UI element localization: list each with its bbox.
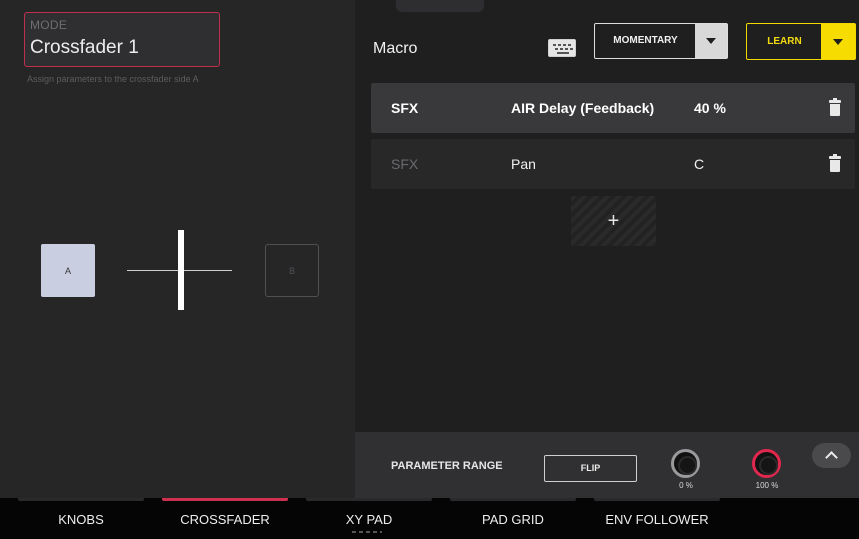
mode-field[interactable]: MODE Crossfader 1 <box>24 12 220 67</box>
tab-label: ENV FOLLOWER <box>605 512 709 527</box>
side-a-button[interactable]: A <box>41 244 95 297</box>
bottom-tab-bar: KNOBS CROSSFADER XY PAD PAD GRID ENV FOL… <box>0 498 859 539</box>
assignment-row[interactable]: SFX AIR Delay (Feedback) 40 % <box>371 83 855 133</box>
tab-indicator <box>162 498 288 501</box>
tab-env-follower[interactable]: ENV FOLLOWER <box>594 498 720 539</box>
mode-label: MODE <box>30 18 68 32</box>
crossfader-track-right <box>184 270 232 271</box>
tab-indicator <box>594 498 720 501</box>
mode-value: Crossfader 1 <box>30 37 139 58</box>
momentary-dropdown-button[interactable] <box>695 24 727 58</box>
learn-button[interactable]: LEARN <box>746 23 856 60</box>
chevron-down-icon <box>833 38 843 45</box>
tab-pad-grid[interactable]: PAD GRID <box>450 498 576 539</box>
momentary-select-value: MOMENTARY <box>613 35 678 46</box>
page-indicator-dots <box>352 531 382 533</box>
assignment-value[interactable]: 40 % <box>694 83 726 133</box>
assignment-parameter: AIR Delay (Feedback) <box>511 100 655 116</box>
learn-label: LEARN <box>767 36 802 47</box>
tab-indicator <box>18 498 144 501</box>
chevron-down-icon <box>706 38 716 44</box>
assignment-source: SFX <box>391 156 419 172</box>
tab-label: PAD GRID <box>482 512 544 527</box>
side-b-button[interactable]: B <box>265 244 319 297</box>
tab-label: XY PAD <box>345 512 393 527</box>
collapse-button[interactable] <box>812 443 851 468</box>
range-min-knob[interactable] <box>671 449 700 478</box>
trash-icon[interactable] <box>829 154 841 172</box>
plus-icon: + <box>607 210 620 232</box>
chevron-up-icon <box>825 451 838 464</box>
assignment-parameter: Pan <box>511 156 536 172</box>
parameter-range-label: PARAMETER RANGE <box>391 460 503 472</box>
range-max-knob[interactable] <box>752 449 781 478</box>
macro-title: Macro <box>373 40 418 57</box>
learn-dropdown-button[interactable] <box>821 24 855 59</box>
flip-button[interactable]: FLIP <box>544 455 637 482</box>
keyboard-icon[interactable] <box>548 39 576 57</box>
trash-icon[interactable] <box>829 98 841 116</box>
range-min-value: 0 % <box>679 481 693 490</box>
tab-crossfader[interactable]: CROSSFADER <box>162 498 288 539</box>
tab-label: KNOBS <box>58 512 104 527</box>
mode-help-text: Assign parameters to the crossfader side… <box>27 74 199 84</box>
assignment-value[interactable]: C <box>694 139 704 189</box>
assignment-row[interactable]: SFX Pan C <box>371 139 855 189</box>
tab-knobs[interactable]: KNOBS <box>18 498 144 539</box>
tab-indicator <box>450 498 576 501</box>
add-assignment-button[interactable]: + <box>571 196 656 246</box>
tab-label: CROSSFADER <box>180 512 270 527</box>
macro-panel <box>355 0 859 498</box>
range-max-value: 100 % <box>755 481 779 490</box>
crossfader-handle[interactable] <box>178 230 184 310</box>
panel-drag-tab[interactable] <box>396 0 484 12</box>
assignment-source: SFX <box>391 100 419 116</box>
momentary-select[interactable]: MOMENTARY <box>594 23 728 59</box>
tab-indicator <box>306 498 432 501</box>
crossfader-track-left <box>127 270 179 271</box>
